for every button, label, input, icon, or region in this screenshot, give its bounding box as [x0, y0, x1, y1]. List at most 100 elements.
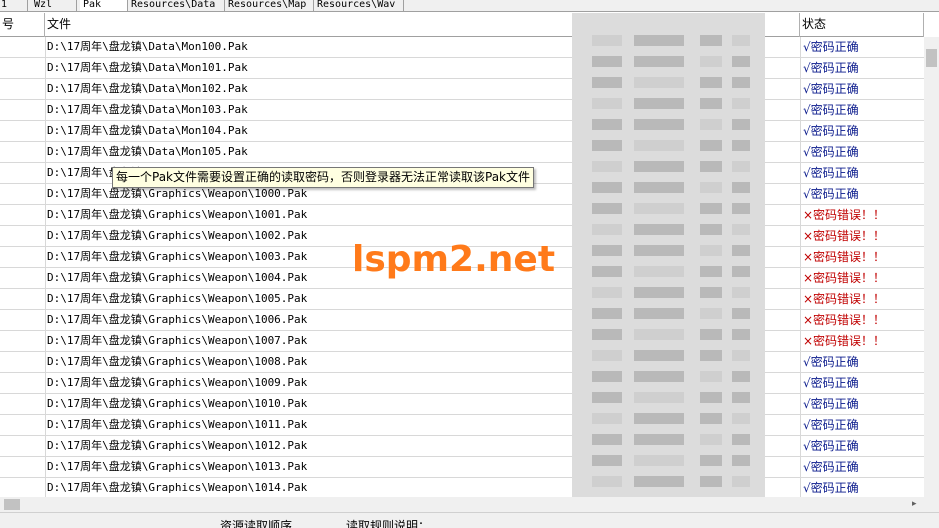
column-gridline — [800, 205, 801, 226]
file-path-cell: D:\17周年\盘龙镇\Data\Mon104.Pak — [47, 124, 248, 137]
column-gridline — [45, 205, 46, 226]
status-error-cell: ×密码错误！！ — [803, 271, 886, 285]
blurred-block — [700, 203, 722, 214]
table-row[interactable]: D:\17周年\盘龙镇\Graphics\Weapon\1007.Pak ×密码错… — [0, 331, 924, 352]
column-gridline — [800, 268, 801, 289]
table-row[interactable]: D:\17周年\盘龙镇\Data\Mon103.Pak √密码正确 — [0, 100, 924, 121]
status-ok-cell: √密码正确 — [803, 376, 859, 390]
table-row[interactable]: D:\17周年\盘龙镇\Data\Mon105.Pak √密码正确 — [0, 142, 924, 163]
file-path-cell: D:\17周年\盘龙镇\Graphics\Weapon\1004.Pak — [47, 271, 308, 284]
blurred-block — [634, 287, 684, 298]
status-ok-cell: √密码正确 — [803, 82, 859, 96]
column-gridline — [45, 37, 46, 58]
table-row[interactable]: D:\17周年\盘龙镇\Graphics\Weapon\1009.Pak √密码正… — [0, 373, 924, 394]
column-gridline — [800, 415, 801, 436]
table-row[interactable]: D:\17周年\盘龙镇\Data\Mon101.Pak √密码正确 — [0, 58, 924, 79]
file-path-cell: D:\17周年\盘龙镇\Graphics\Weapon\1012.Pak — [47, 439, 308, 452]
table-row[interactable]: D:\17周年\盘龙镇\Graphics\Weapon\1011.Pak √密码正… — [0, 415, 924, 436]
blurred-block — [592, 119, 622, 130]
table-row[interactable]: D:\17周年\盘龙镇\Graphics\Weapon\1006.Pak ×密码错… — [0, 310, 924, 331]
table-row[interactable]: D:\17周年\盘龙镇\Graphics\Weapon\1005.Pak ×密码错… — [0, 289, 924, 310]
table-row[interactable]: D:\17周年\盘龙镇\Graphics\Weapon\1012.Pak √密码正… — [0, 436, 924, 457]
blurred-block — [592, 224, 622, 235]
blurred-block — [732, 329, 750, 340]
blurred-block — [634, 203, 684, 214]
file-path-cell: D:\17周年\盘龙镇\Graphics\Weapon\1001.Pak — [47, 208, 308, 221]
blurred-block — [732, 182, 750, 193]
blurred-block — [592, 350, 622, 361]
tab-resources-data[interactable]: Resources\Data — [128, 0, 225, 11]
vertical-scrollbar[interactable] — [924, 37, 939, 497]
table-row[interactable]: D:\17周年\盘龙镇\Graphics\Weapon\1010.Pak √密码正… — [0, 394, 924, 415]
list-header: 号 文件 密码 状态 — [0, 13, 924, 37]
table-row[interactable]: D:\17周年\盘龙镇\Graphics\Weapon\1001.Pak ×密码错… — [0, 205, 924, 226]
table-row[interactable]: D:\17周年\盘龙镇\Graphics\Weapon\1008.Pak √密码正… — [0, 352, 924, 373]
column-header-status[interactable]: 状态 — [800, 13, 924, 37]
read-rules-label: 读取规则说明： — [346, 519, 431, 528]
table-row[interactable]: D:\17周年\盘龙镇\Data\Mon100.Pak √密码正确 — [0, 37, 924, 58]
blurred-block — [700, 77, 722, 88]
scroll-right-arrow-icon[interactable]: ▸ — [912, 497, 917, 512]
tab-1[interactable]: 1 — [0, 0, 28, 11]
blurred-block — [634, 119, 684, 130]
blurred-block — [700, 413, 722, 424]
column-gridline — [800, 457, 801, 478]
blurred-block — [592, 392, 622, 403]
column-gridline — [800, 100, 801, 121]
resource-order-label: 资源读取顺序 — [220, 519, 293, 528]
column-gridline — [800, 478, 801, 497]
tab-pak[interactable]: Pak — [80, 0, 128, 11]
file-path-cell: D:\17周年\盘龙镇\Graphics\Weapon\1013.Pak — [47, 460, 308, 473]
blurred-block — [732, 455, 750, 466]
blurred-block — [732, 140, 750, 151]
blurred-block — [700, 434, 722, 445]
blurred-block — [732, 266, 750, 277]
blurred-block — [700, 98, 722, 109]
blurred-block — [592, 455, 622, 466]
column-gridline — [800, 184, 801, 205]
file-path-cell: D:\17周年\盘龙镇\Data\Mon103.Pak — [47, 103, 248, 116]
blurred-block — [700, 455, 722, 466]
column-gridline — [800, 79, 801, 100]
file-path-cell: D:\17周年\盘龙镇\Graphics\Weapon\1014.Pak — [47, 481, 308, 494]
column-gridline — [45, 415, 46, 436]
file-path-cell: D:\17周年\盘龙镇\Data\Mon105.Pak — [47, 145, 248, 158]
status-ok-cell: √密码正确 — [803, 145, 859, 159]
blurred-block — [592, 182, 622, 193]
column-gridline — [800, 352, 801, 373]
blurred-block — [732, 119, 750, 130]
column-gridline — [800, 331, 801, 352]
table-row[interactable]: D:\17周年\盘龙镇\Graphics\Weapon\1013.Pak √密码正… — [0, 457, 924, 478]
blurred-block — [592, 98, 622, 109]
column-gridline — [800, 37, 801, 58]
status-ok-cell: √密码正确 — [803, 61, 859, 75]
blurred-block — [732, 434, 750, 445]
column-gridline — [45, 310, 46, 331]
tab-resources-wav[interactable]: Resources\Wav — [314, 0, 404, 11]
horizontal-scrollbar[interactable]: ▸ — [0, 497, 924, 512]
status-error-cell: ×密码错误！！ — [803, 292, 886, 306]
table-row[interactable]: D:\17周年\盘龙镇\Data\Mon102.Pak √密码正确 — [0, 79, 924, 100]
blurred-block — [592, 203, 622, 214]
status-error-cell: ×密码错误！！ — [803, 334, 886, 348]
file-path-cell: D:\17周年\盘龙镇\Graphics\Weapon\1003.Pak — [47, 250, 308, 263]
table-row[interactable]: D:\17周年\盘龙镇\Graphics\Weapon\1014.Pak √密码正… — [0, 478, 924, 497]
horizontal-scroll-thumb[interactable] — [4, 499, 20, 510]
column-gridline — [800, 163, 801, 184]
status-ok-cell: √密码正确 — [803, 103, 859, 117]
blurred-block — [700, 287, 722, 298]
column-gridline — [45, 142, 46, 163]
column-header-file[interactable]: 文件 — [45, 13, 588, 37]
column-header-number[interactable]: 号 — [0, 13, 45, 37]
status-error-cell: ×密码错误！！ — [803, 313, 886, 327]
column-gridline — [45, 100, 46, 121]
tab-resources-map[interactable]: Resources\Map — [225, 0, 314, 11]
blurred-block — [592, 245, 622, 256]
tab-wzl[interactable]: Wzl — [31, 0, 77, 11]
file-path-cell: D:\17周年\盘龙镇\Data\Mon100.Pak — [47, 40, 248, 53]
scrollbar-corner — [924, 497, 939, 512]
vertical-scroll-thumb[interactable] — [926, 49, 937, 67]
column-gridline — [45, 226, 46, 247]
table-row[interactable]: D:\17周年\盘龙镇\Data\Mon104.Pak √密码正确 — [0, 121, 924, 142]
blurred-block — [732, 77, 750, 88]
